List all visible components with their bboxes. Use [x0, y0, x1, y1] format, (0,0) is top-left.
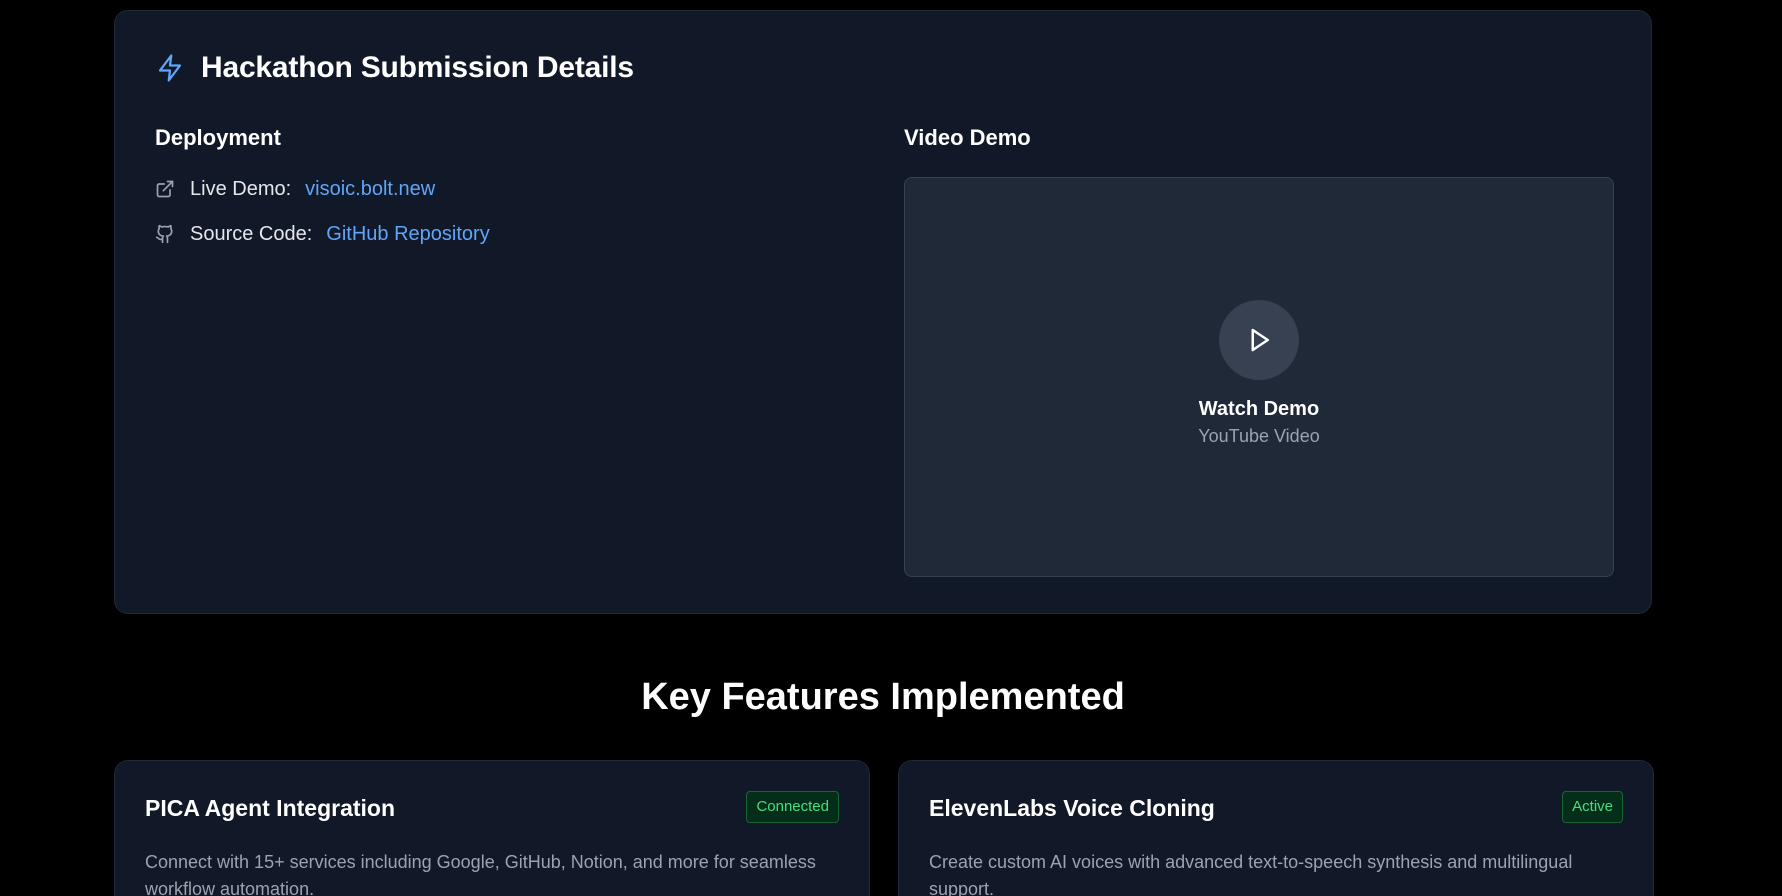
- submission-details-card: Hackathon Submission Details Deployment …: [114, 10, 1652, 614]
- source-code-row: Source Code: GitHub Repository: [155, 219, 835, 249]
- video-player[interactable]: Watch Demo YouTube Video: [904, 177, 1614, 577]
- lightning-icon: [158, 54, 182, 82]
- features-heading: Key Features Implemented: [641, 676, 1125, 718]
- play-button[interactable]: [1219, 300, 1299, 380]
- feature-card-elevenlabs: ElevenLabs Voice Cloning Active Create c…: [898, 760, 1654, 896]
- source-code-label: Source Code:: [190, 222, 313, 245]
- video-demo-heading: Video Demo: [904, 125, 1031, 150]
- live-demo-label: Live Demo:: [190, 177, 292, 200]
- feature-description: Create custom AI voices with advanced te…: [929, 852, 1573, 896]
- feature-title: PICA Agent Integration: [145, 795, 396, 821]
- feature-description: Connect with 15+ services including Goog…: [145, 852, 816, 896]
- feature-title: ElevenLabs Voice Cloning: [929, 795, 1215, 821]
- feature-card-pica: PICA Agent Integration Connected Connect…: [114, 760, 870, 896]
- page: Hackathon Submission Details Deployment …: [0, 0, 1782, 896]
- github-icon: [155, 224, 173, 244]
- source-code-link[interactable]: GitHub Repository: [326, 223, 489, 246]
- card-title: Hackathon Submission Details: [201, 51, 634, 84]
- live-demo-row: Live Demo: visoic.bolt.new: [155, 174, 835, 204]
- card-header: Hackathon Submission Details: [155, 51, 634, 85]
- deployment-heading: Deployment: [155, 125, 281, 150]
- video-subtitle: YouTube Video: [1198, 426, 1320, 446]
- external-link-icon: [156, 180, 174, 198]
- deployment-section: Deployment Live Demo: visoic.bolt.new So…: [155, 123, 835, 249]
- play-icon: [1251, 328, 1269, 352]
- live-demo-link[interactable]: visoic.bolt.new: [305, 178, 435, 201]
- status-badge: Connected: [746, 791, 839, 823]
- status-badge: Active: [1562, 791, 1623, 823]
- video-demo-section: Video Demo Watch Demo YouTube Video: [904, 123, 1614, 577]
- video-title: Watch Demo: [1198, 398, 1320, 420]
